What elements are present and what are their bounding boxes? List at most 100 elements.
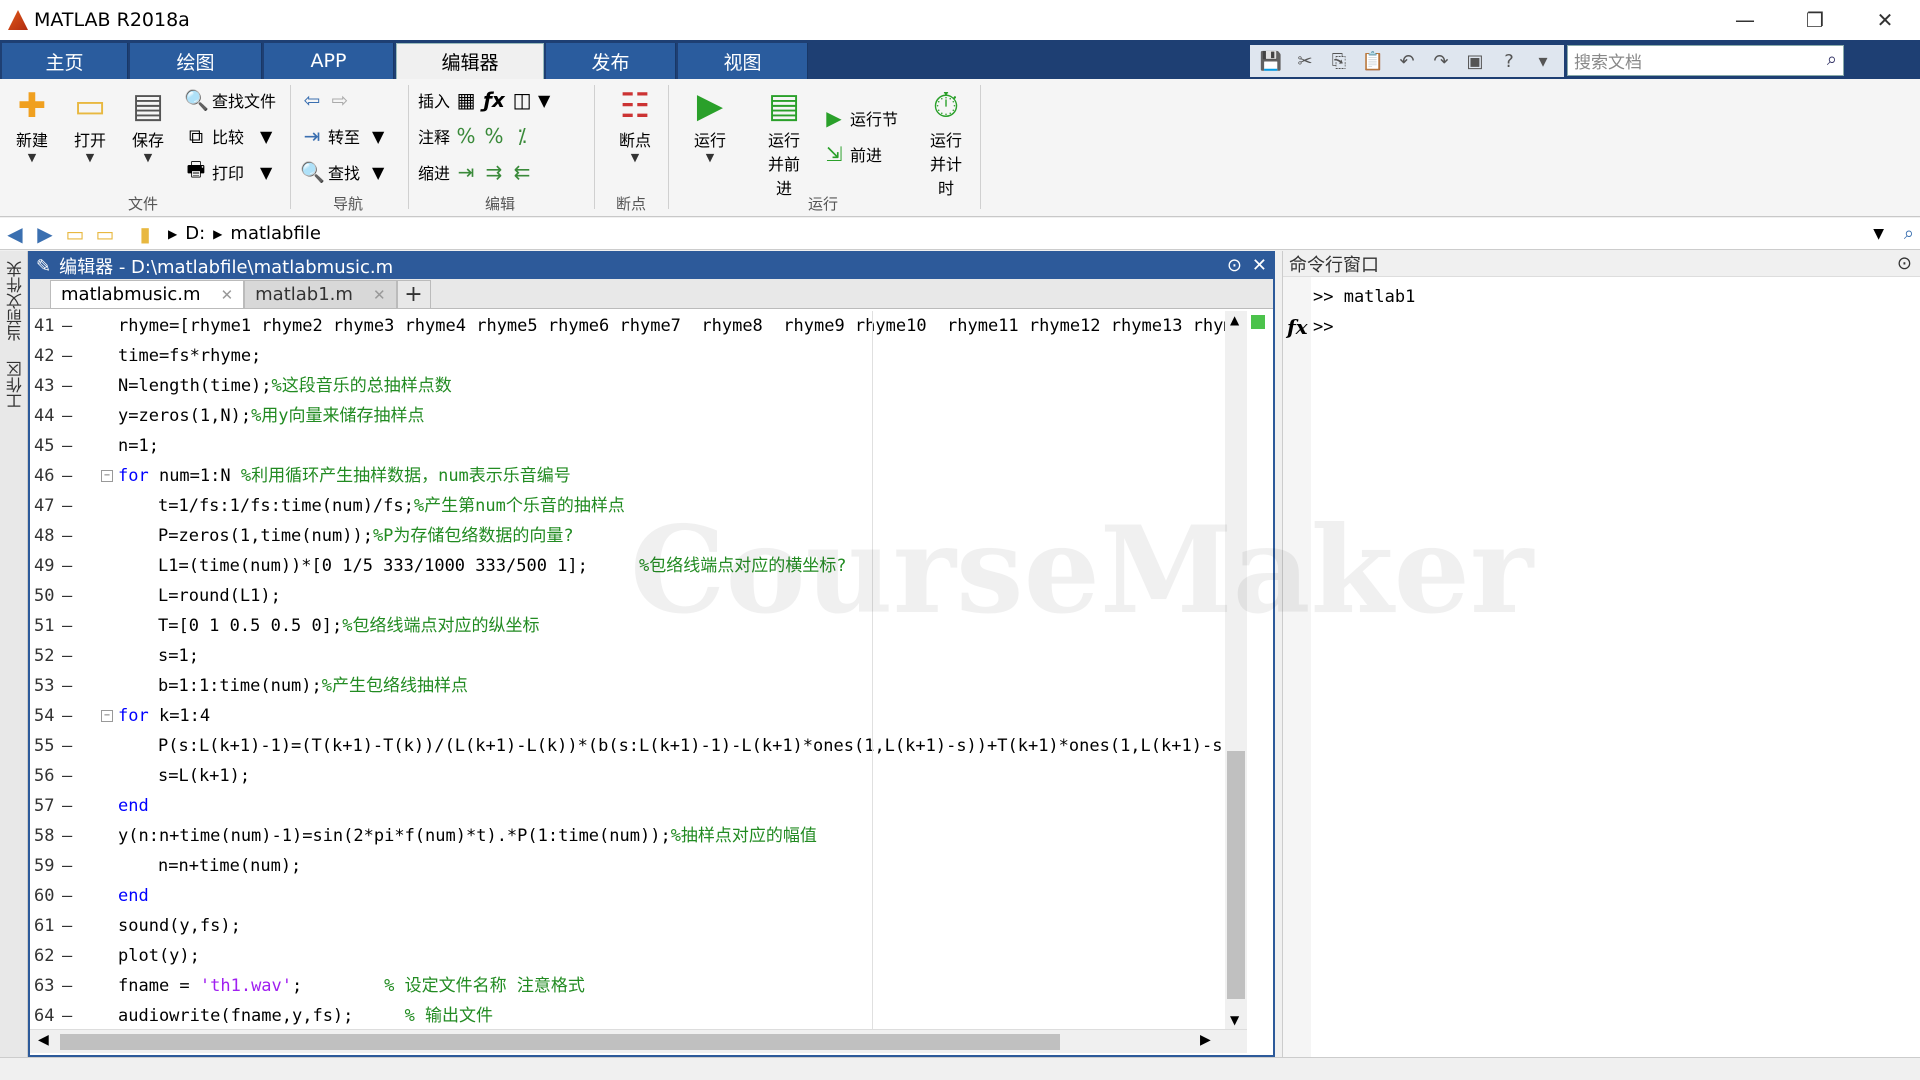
breakpoint-marker-icon[interactable]: —: [62, 461, 72, 491]
comment-icon[interactable]: %: [454, 124, 478, 148]
redo-icon[interactable]: ↷: [1424, 47, 1458, 75]
new-button[interactable]: ✚ 新建 ▼: [10, 85, 54, 164]
insert-section-icon[interactable]: ▦: [454, 88, 478, 112]
search-documentation-input[interactable]: 搜索文档 ⌕: [1567, 45, 1844, 76]
fold-toggle-icon[interactable]: −: [101, 470, 113, 482]
navigate-arrows[interactable]: ⇦ ⇨: [300, 85, 352, 115]
close-tab-icon[interactable]: ✕: [373, 286, 386, 304]
code-line[interactable]: b=1:1:time(num);%产生包络线抽样点: [158, 671, 468, 701]
path-drive[interactable]: D:: [185, 223, 205, 244]
new-tab-button[interactable]: +: [396, 280, 431, 308]
breakpoint-marker-icon[interactable]: —: [62, 911, 72, 941]
uncomment-icon[interactable]: %: [482, 124, 506, 148]
line-number[interactable]: 50 —: [30, 581, 110, 611]
tab-current-folder[interactable]: 当前文件夹: [4, 261, 28, 341]
tab-workspace[interactable]: 工作区: [4, 361, 28, 409]
line-number[interactable]: 62 —: [30, 941, 110, 971]
browse-folder-icon[interactable]: ▭: [90, 222, 120, 246]
tab-publish[interactable]: 发布: [546, 43, 676, 79]
forward-icon[interactable]: ▶: [30, 222, 60, 246]
cut-icon[interactable]: ✂: [1288, 47, 1322, 75]
code-line[interactable]: L=round(L1);: [158, 581, 281, 611]
code-line[interactable]: end: [118, 881, 149, 911]
code-line[interactable]: rhyme=[rhyme1 rhyme2 rhyme3 rhyme4 rhyme…: [118, 311, 1225, 341]
code-line[interactable]: s=L(k+1);: [158, 761, 250, 791]
save-button[interactable]: ▤ 保存 ▼: [126, 85, 170, 164]
code-line[interactable]: plot(y);: [118, 941, 200, 971]
code-line[interactable]: P=zeros(1,time(num));%P为存储包络数据的向量?: [158, 521, 574, 551]
smart-indent-icon[interactable]: ⇥: [454, 160, 478, 184]
line-number[interactable]: 51 —: [30, 611, 110, 641]
code-line[interactable]: y(n:n+time(num)-1)=sin(2*pi*f(num)*t).*P…: [118, 821, 817, 851]
code-line[interactable]: sound(y,fs);: [118, 911, 241, 941]
run-and-time-button[interactable]: ⏱ 运行并计时: [914, 85, 978, 199]
scroll-right-icon[interactable]: ▶: [1200, 1032, 1211, 1048]
code-line[interactable]: for num=1:N %利用循环产生抽样数据，num表示乐音编号: [118, 461, 571, 491]
code-line[interactable]: s=1;: [158, 641, 199, 671]
breakpoint-marker-icon[interactable]: —: [62, 851, 72, 881]
code-line[interactable]: n=n+time(num);: [158, 851, 301, 881]
up-folder-icon[interactable]: ▭: [60, 222, 90, 246]
code-line[interactable]: N=length(time);%这段音乐的总抽样点数: [118, 371, 452, 401]
code-line[interactable]: t=1/fs:1/fs:time(num)/fs;%产生第num个乐音的抽样点: [158, 491, 625, 521]
advance-button[interactable]: ⇲ 前进: [822, 139, 882, 169]
increase-indent-icon[interactable]: ⇉: [482, 160, 506, 184]
code-line[interactable]: fname = 'th1.wav'; % 设定文件名称 注意格式: [118, 971, 585, 1001]
dropdown-icon[interactable]: ▼: [538, 91, 550, 110]
undo-icon[interactable]: ↶: [1390, 47, 1424, 75]
switch-windows-icon[interactable]: ▣: [1458, 47, 1492, 75]
line-number[interactable]: 48 —: [30, 521, 110, 551]
breakpoint-marker-icon[interactable]: —: [62, 611, 72, 641]
line-number[interactable]: 46 —: [30, 461, 110, 491]
line-number[interactable]: 45 —: [30, 431, 110, 461]
line-number[interactable]: 53 —: [30, 671, 110, 701]
code-line[interactable]: y=zeros(1,N);%用y向量来储存抽样点: [118, 401, 425, 431]
forward-arrow-icon[interactable]: ⇨: [328, 88, 352, 112]
breakpoint-marker-icon[interactable]: —: [62, 671, 72, 701]
breakpoint-marker-icon[interactable]: —: [62, 941, 72, 971]
breakpoint-marker-icon[interactable]: —: [62, 341, 72, 371]
fx-icon[interactable]: ƒx: [482, 88, 506, 112]
line-number[interactable]: 47 —: [30, 491, 110, 521]
line-number[interactable]: 57 —: [30, 791, 110, 821]
line-number[interactable]: 61 —: [30, 911, 110, 941]
breakpoint-marker-icon[interactable]: —: [62, 401, 72, 431]
code-line[interactable]: audiowrite(fname,y,fs); % 输出文件: [118, 1001, 493, 1029]
file-tab[interactable]: matlab1.m ✕: [244, 280, 397, 308]
tab-plots[interactable]: 绘图: [130, 43, 262, 79]
line-number[interactable]: 52 —: [30, 641, 110, 671]
breakpoint-marker-icon[interactable]: —: [62, 551, 72, 581]
line-number[interactable]: 60 —: [30, 881, 110, 911]
scrollbar-thumb[interactable]: [1227, 751, 1245, 999]
insert-function-icon[interactable]: ◫: [510, 88, 534, 112]
help-icon[interactable]: ?: [1492, 47, 1526, 75]
goto-button[interactable]: ⇥ 转至 ▼: [300, 121, 385, 151]
line-number[interactable]: 59 —: [30, 851, 110, 881]
code-line[interactable]: for k=1:4: [118, 701, 210, 731]
file-tab[interactable]: matlabmusic.m ✕: [50, 280, 245, 308]
line-number[interactable]: 63 —: [30, 971, 110, 1001]
tab-view[interactable]: 视图: [678, 43, 808, 79]
breakpoint-marker-icon[interactable]: —: [62, 491, 72, 521]
line-number[interactable]: 43 —: [30, 371, 110, 401]
line-number[interactable]: 42 —: [30, 341, 110, 371]
vertical-scrollbar[interactable]: ▲ ▼: [1225, 311, 1247, 1029]
run-section-button[interactable]: ▶ 运行节: [822, 103, 898, 133]
paste-icon[interactable]: 📋: [1356, 47, 1390, 75]
run-button[interactable]: ▶ 运行 ▼: [688, 85, 732, 164]
breakpoint-marker-icon[interactable]: —: [62, 581, 72, 611]
breakpoint-marker-icon[interactable]: —: [62, 641, 72, 671]
scroll-up-icon[interactable]: ▲: [1230, 313, 1239, 327]
code-area[interactable]: 41 — rhyme=[rhyme1 rhyme2 rhyme3 rhyme4 rh…: [30, 311, 1225, 1029]
code-line[interactable]: P(s:L(k+1)-1)=(T(k+1)-T(k))/(L(k+1)-L(k)…: [158, 731, 1225, 761]
code-line[interactable]: time=fs*rhyme;: [118, 341, 261, 371]
close-panel-icon[interactable]: ✕: [1252, 255, 1267, 276]
close-button[interactable]: ✕: [1850, 0, 1920, 40]
scrollbar-thumb[interactable]: [60, 1034, 1060, 1050]
wrap-comment-icon[interactable]: ⁒: [510, 124, 534, 148]
find-button[interactable]: 🔍 查找 ▼: [300, 157, 384, 187]
line-number[interactable]: 54 —: [30, 701, 110, 731]
tab-home[interactable]: 主页: [2, 43, 128, 79]
line-number[interactable]: 49 —: [30, 551, 110, 581]
breakpoint-marker-icon[interactable]: —: [62, 761, 72, 791]
